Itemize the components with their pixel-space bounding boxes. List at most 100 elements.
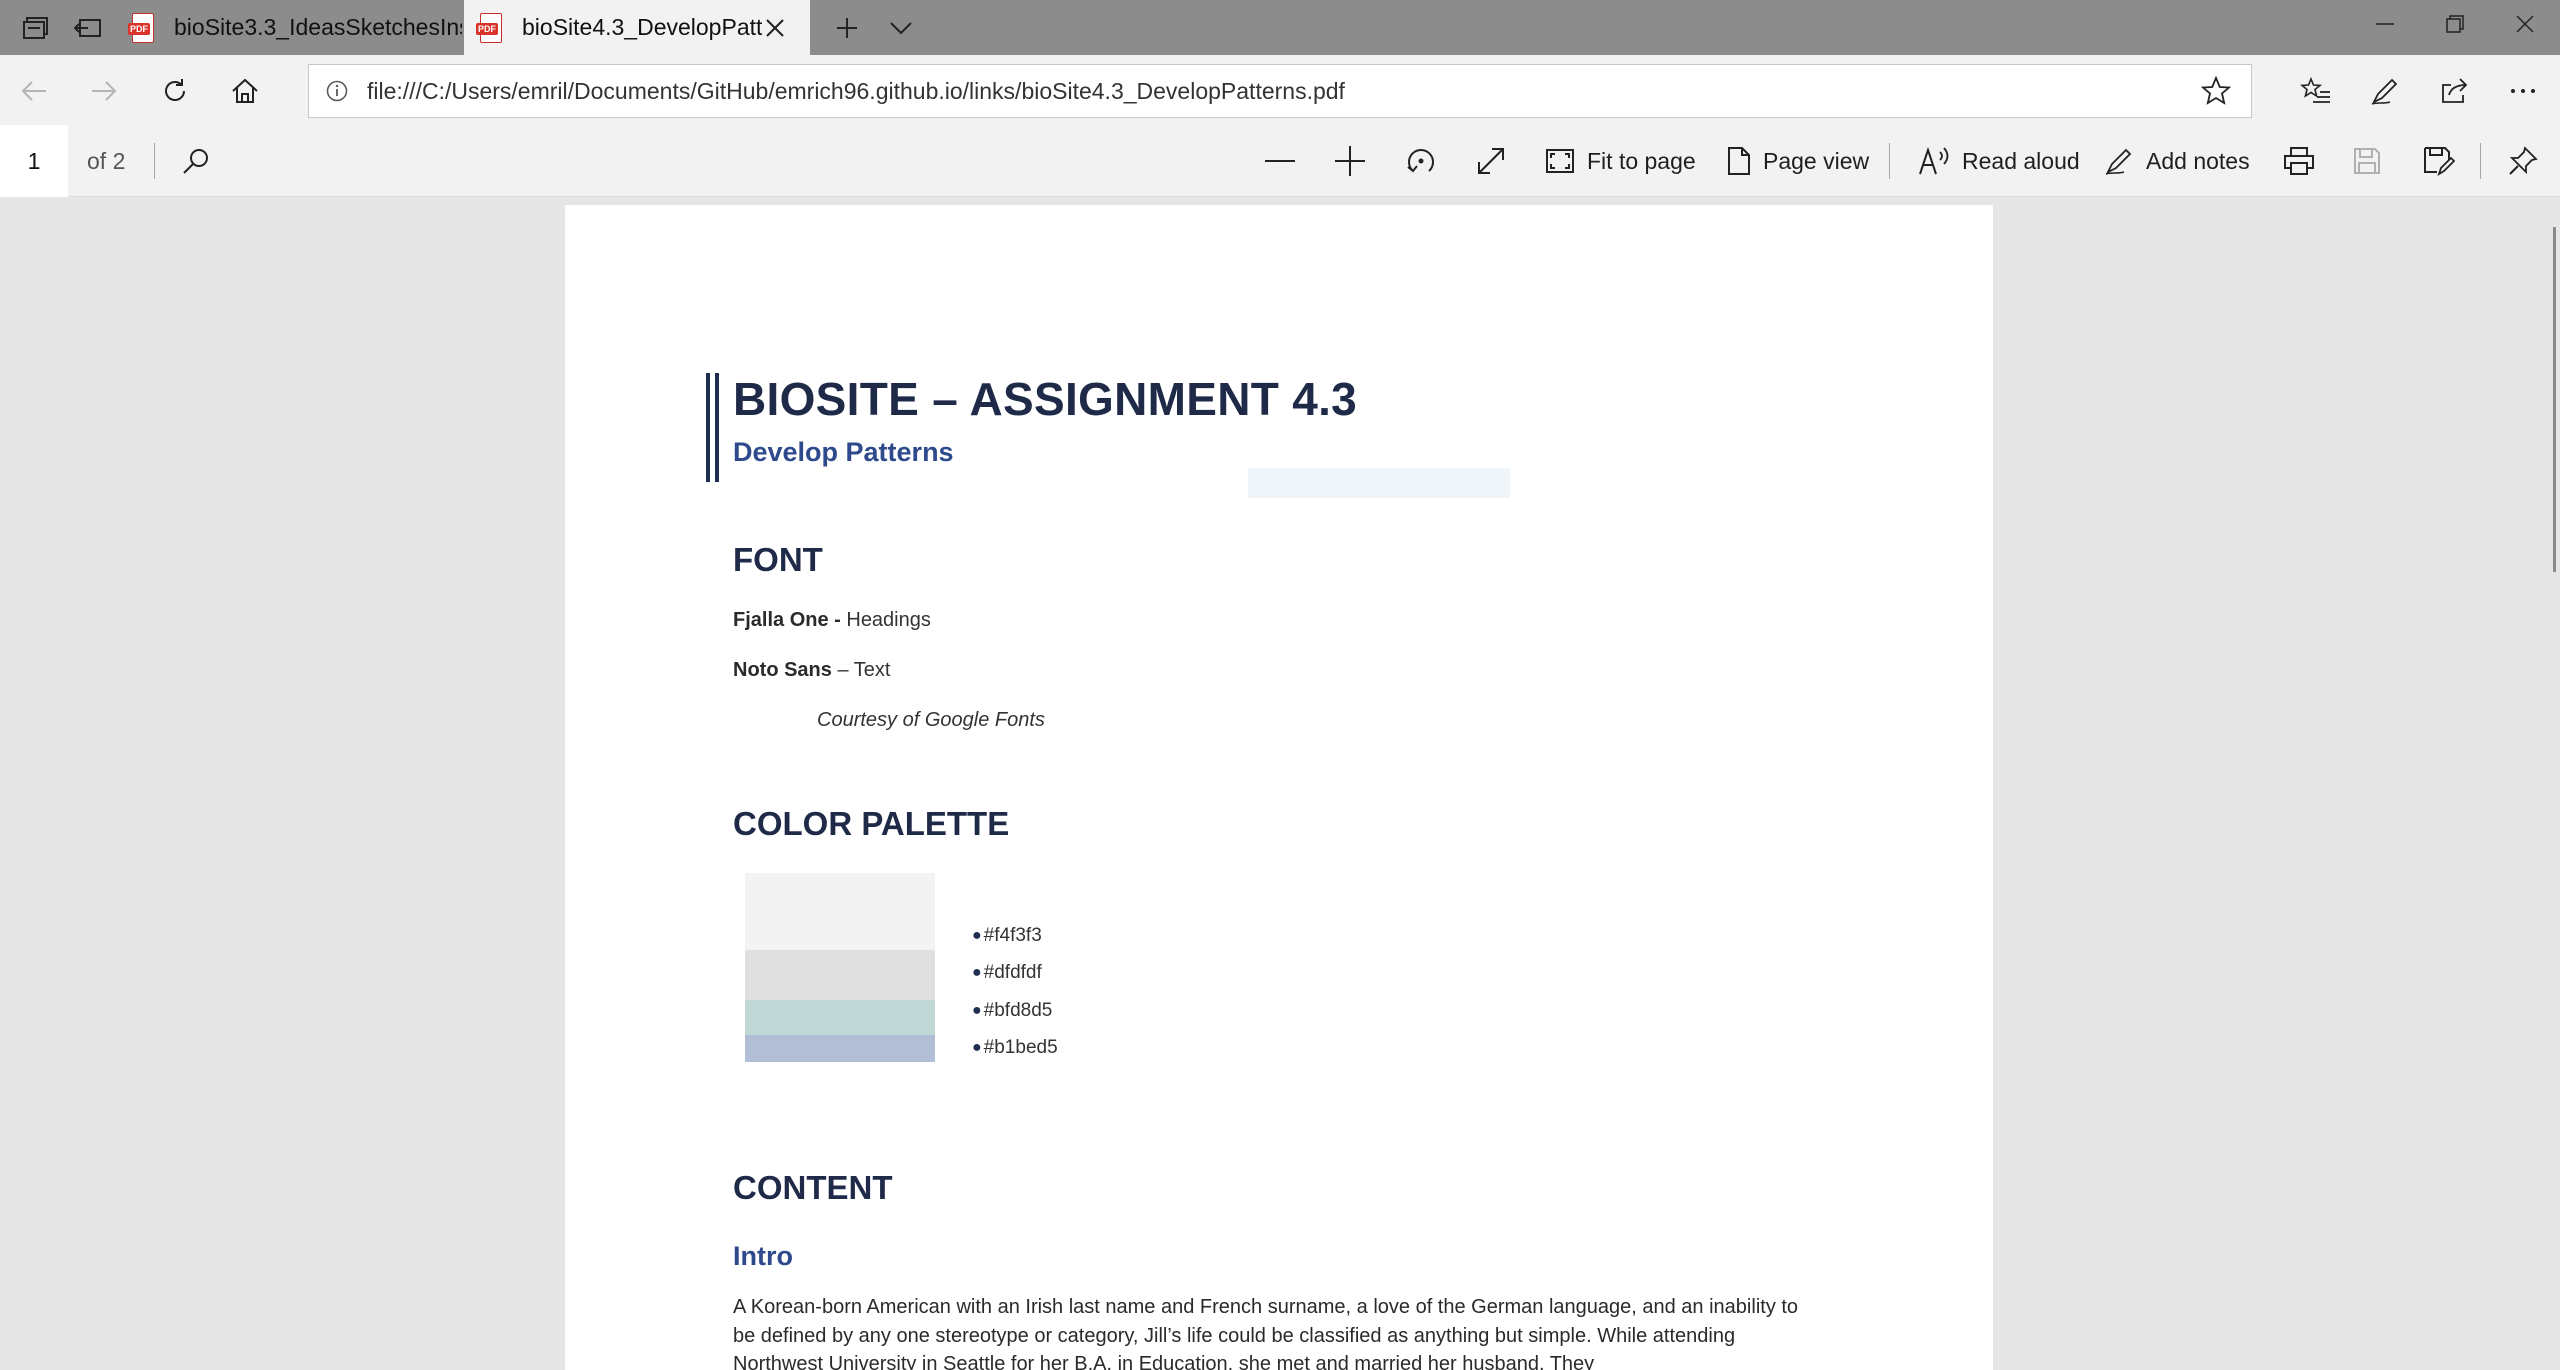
more-icon xyxy=(2511,89,2535,93)
color-list-item: ● #bfd8d5 xyxy=(972,999,1053,1021)
pdf-icon: PDF xyxy=(128,12,156,43)
rotate-button[interactable] xyxy=(1405,125,1437,197)
info-icon xyxy=(326,80,348,102)
title-bar: PDF bioSite3.3_IdeasSketchesIns PDF bioS… xyxy=(0,0,2560,55)
document-subtitle: Develop Patterns xyxy=(733,437,954,467)
home-button[interactable] xyxy=(219,65,271,117)
web-notes-button[interactable] xyxy=(2359,65,2411,117)
tab-biosite-4-3[interactable]: PDF bioSite4.3_DevelopPatte xyxy=(464,0,810,55)
close-icon xyxy=(2516,15,2534,33)
page-view-button[interactable]: Page view xyxy=(1727,125,1869,197)
tab-title: bioSite3.3_IdeasSketchesIns xyxy=(174,14,462,40)
zoom-in-button[interactable] xyxy=(1335,125,1365,197)
back-button[interactable] xyxy=(8,65,60,117)
full-screen-button[interactable] xyxy=(1476,125,1506,197)
favorites-list-icon xyxy=(2300,77,2330,103)
print-icon xyxy=(2284,147,2314,175)
section-heading-font: FONT xyxy=(733,541,823,578)
tab-biosite-3-3[interactable]: PDF bioSite3.3_IdeasSketchesIns xyxy=(116,0,462,55)
tab-actions-button[interactable] xyxy=(10,0,62,55)
section-heading-color-palette: COLOR PALETTE xyxy=(733,805,1010,842)
vertical-scrollbar[interactable] xyxy=(2540,197,2560,1370)
tab-title: bioSite4.3_DevelopPatte xyxy=(522,14,762,40)
expand-icon xyxy=(1478,148,1504,174)
toolbar-divider xyxy=(1889,143,1890,179)
save-icon xyxy=(2354,148,2380,174)
font-line: Fjalla One - Headings xyxy=(733,609,931,632)
refresh-icon xyxy=(165,79,185,101)
save-as-icon xyxy=(2424,147,2455,176)
favorite-star-icon[interactable] xyxy=(2201,76,2231,106)
minus-icon xyxy=(1265,160,1295,162)
color-list-item: ● #f4f3f3 xyxy=(972,924,1042,946)
share-icon xyxy=(2442,78,2468,103)
font-name: Fjalla One - xyxy=(733,609,841,631)
read-aloud-label: Read aloud xyxy=(1962,147,2080,174)
read-aloud-button[interactable]: Read aloud xyxy=(1918,125,2080,197)
url-text[interactable]: file:///C:/Users/emril/Documents/GitHub/… xyxy=(367,78,1345,105)
close-window-button[interactable] xyxy=(2490,0,2560,48)
tab-preview-button[interactable] xyxy=(876,0,926,55)
add-notes-button[interactable]: Add notes xyxy=(2104,125,2250,197)
fit-to-page-label: Fit to page xyxy=(1587,147,1696,174)
color-list: ● #f4f3f3 ● #dfdfdf ● #bfd8d5 ● #b1bed5 xyxy=(972,917,1058,1067)
page-count: of 2 xyxy=(87,147,126,174)
scrollbar-thumb[interactable] xyxy=(2553,227,2556,572)
fit-to-page-button[interactable]: Fit to page xyxy=(1545,125,1696,197)
document-title: BIOSITE – ASSIGNMENT 4.3 xyxy=(733,373,1358,425)
set-tabs-aside-button[interactable] xyxy=(62,0,114,55)
toolbar-divider xyxy=(2480,143,2481,179)
document-viewport[interactable]: BIOSITE – ASSIGNMENT 4.3 Develop Pattern… xyxy=(0,197,2540,1370)
color-code: #bfd8d5 xyxy=(983,999,1053,1021)
pdf-icon: PDF xyxy=(476,12,504,43)
color-swatches xyxy=(745,873,935,1062)
pen-icon xyxy=(2105,148,2132,175)
address-bar[interactable]: file:///C:/Users/emril/Documents/GitHub/… xyxy=(308,64,2252,118)
favorites-button[interactable] xyxy=(2290,65,2342,117)
page-number-input[interactable]: 1 xyxy=(0,125,68,197)
zoom-out-button[interactable] xyxy=(1265,125,1295,197)
pdf-toolbar: 1 of 2 Fit to page Page view Read aloud … xyxy=(0,125,2560,197)
color-code: #dfdfdf xyxy=(983,962,1042,984)
close-tab-icon[interactable] xyxy=(764,17,786,39)
new-tab-button[interactable] xyxy=(822,0,872,55)
color-swatch xyxy=(745,950,935,1000)
tab-set-icon xyxy=(23,16,48,39)
site-info-button[interactable] xyxy=(319,64,355,118)
title-rule xyxy=(706,373,710,482)
color-code: #b1bed5 xyxy=(983,1037,1058,1059)
tabs-aside-icon xyxy=(74,18,101,37)
color-list-item: ● #dfdfdf xyxy=(972,962,1042,984)
search-icon xyxy=(183,149,208,174)
font-line: Noto Sans – Text xyxy=(733,659,890,682)
pin-toolbar-button[interactable] xyxy=(2508,125,2538,197)
page-icon xyxy=(1728,147,1750,175)
faded-overlay-badge xyxy=(1248,468,1510,498)
plus-icon xyxy=(1335,146,1365,176)
restore-button[interactable] xyxy=(2420,0,2490,48)
title-rule xyxy=(715,373,719,482)
minimize-icon xyxy=(2376,23,2394,25)
refresh-button[interactable] xyxy=(149,65,201,117)
save-as-button[interactable] xyxy=(2423,125,2455,197)
color-swatch xyxy=(745,1035,935,1062)
share-button[interactable] xyxy=(2428,65,2480,117)
minimize-button[interactable] xyxy=(2350,0,2420,48)
read-aloud-icon xyxy=(1919,146,1949,175)
toolbar-divider xyxy=(154,143,155,179)
font-name: Noto Sans xyxy=(733,659,832,681)
home-icon xyxy=(232,78,258,103)
font-credit: Courtesy of Google Fonts xyxy=(817,709,1045,731)
print-button[interactable] xyxy=(2283,125,2315,197)
pin-icon xyxy=(2509,146,2538,175)
arrow-left-icon xyxy=(21,81,46,101)
search-button[interactable] xyxy=(181,125,211,197)
color-list-item: ● #b1bed5 xyxy=(972,1037,1058,1059)
plus-icon xyxy=(837,17,857,38)
pdf-page: BIOSITE – ASSIGNMENT 4.3 Develop Pattern… xyxy=(565,205,1993,1370)
save-button[interactable] xyxy=(2353,125,2381,197)
forward-button[interactable] xyxy=(78,65,130,117)
settings-more-button[interactable] xyxy=(2497,65,2549,117)
subheading-intro: Intro xyxy=(733,1241,793,1271)
navigation-bar: file:///C:/Users/emril/Documents/GitHub/… xyxy=(0,55,2560,125)
